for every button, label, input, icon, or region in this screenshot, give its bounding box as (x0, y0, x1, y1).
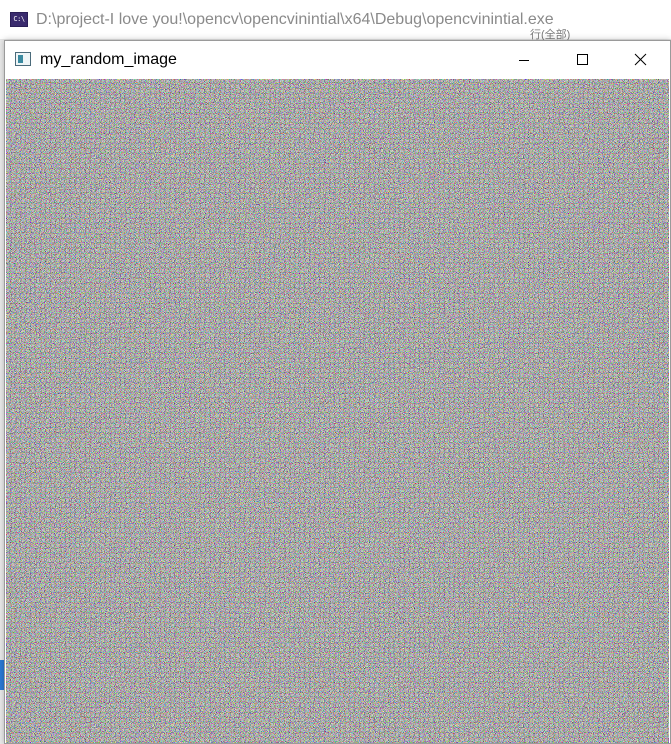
maximize-button[interactable] (553, 41, 611, 79)
minimize-icon (519, 60, 529, 61)
image-window-titlebar[interactable]: my_random_image (5, 41, 670, 79)
console-window-titlebar[interactable]: C:\ D:\project-I love you!\opencv\opencv… (0, 0, 671, 40)
image-window-title: my_random_image (40, 51, 177, 68)
desktop-screen: C:\ D:\project-I love you!\opencv\opencv… (0, 0, 671, 744)
random-noise-image[interactable] (6, 79, 669, 743)
maximize-icon (577, 54, 588, 65)
image-window[interactable]: my_random_image (4, 40, 671, 744)
close-icon (634, 53, 647, 66)
close-button[interactable] (611, 41, 669, 79)
random-noise-canvas (6, 79, 669, 743)
app-window-icon (15, 52, 31, 66)
console-app-icon: C:\ (10, 12, 28, 27)
console-window-title: D:\project-I love you!\opencv\opencvinin… (36, 11, 554, 28)
minimize-button[interactable] (495, 41, 553, 79)
